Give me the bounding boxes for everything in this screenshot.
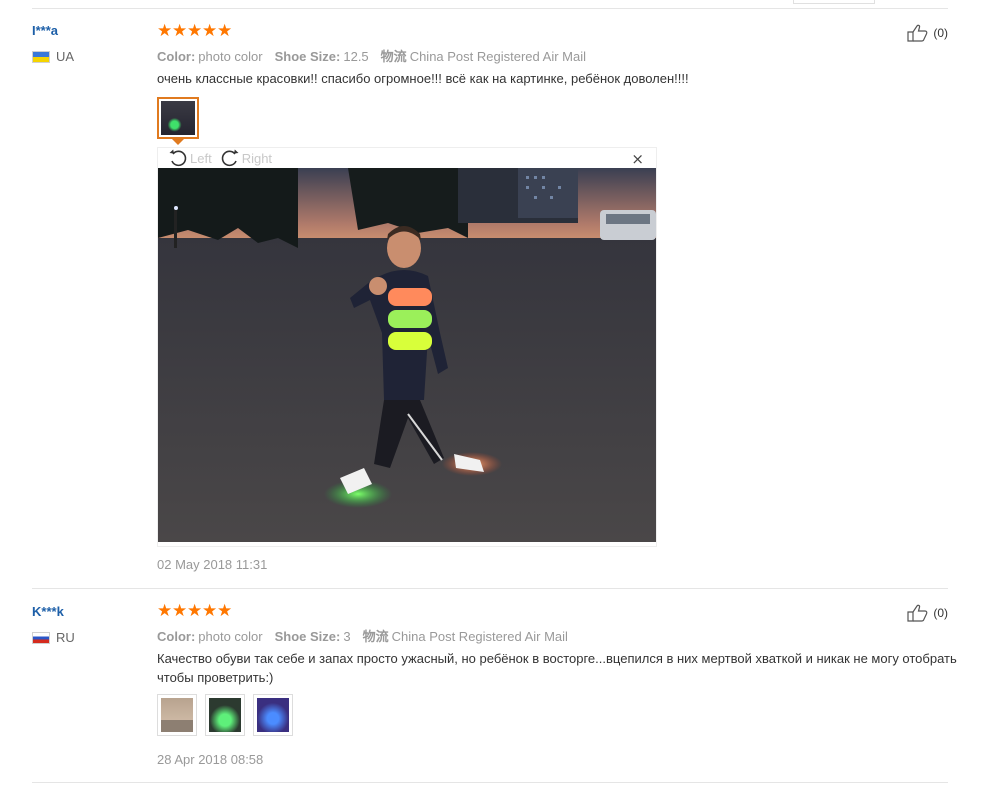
star-icon: ★	[187, 601, 203, 621]
star-icon: ★	[172, 21, 188, 41]
star-icon: ★	[217, 601, 233, 621]
shipping-label: 物流	[362, 629, 389, 644]
thumbs-up-icon	[907, 24, 928, 42]
reviewer-name[interactable]: K***k	[32, 604, 64, 619]
star-icon: ★	[172, 601, 188, 621]
review-photo	[158, 168, 656, 542]
color-value: photo color	[198, 629, 263, 644]
like-button[interactable]: (0)	[907, 604, 948, 622]
size-label: Shoe Size:	[274, 629, 341, 644]
reviewer-name[interactable]: I***a	[32, 23, 58, 38]
order-info: Color: photo color Shoe Size: 3 物流 China Post…	[157, 626, 568, 645]
star-rating: ★ ★ ★ ★ ★	[157, 21, 233, 41]
shipping-label: 物流	[380, 49, 407, 64]
like-button[interactable]: (0)	[907, 24, 948, 42]
photo-illustration	[158, 168, 656, 542]
rotate-right-label: Right	[241, 150, 273, 166]
rotate-left-button[interactable]: Left	[168, 149, 212, 167]
reviewer-country: RU	[32, 630, 75, 645]
review-photo-thumbnail[interactable]	[157, 694, 197, 736]
order-info: Color: photo color Shoe Size: 12.5 物流 China P…	[157, 46, 586, 65]
size-label: Shoe Size:	[274, 49, 341, 64]
thumbs-up-icon	[907, 604, 928, 622]
reviewer-country: UA	[32, 49, 74, 64]
rotate-right-button[interactable]: Right	[220, 149, 272, 167]
rotate-left-icon	[169, 149, 187, 167]
review-photo-thumbnail[interactable]	[157, 97, 199, 139]
thumbnail-image	[161, 101, 195, 135]
country-code: RU	[56, 630, 75, 645]
review-photo-thumbnail[interactable]	[253, 694, 293, 736]
close-icon[interactable]: ×	[631, 150, 644, 168]
country-code: UA	[56, 49, 75, 64]
thumbnail-image	[161, 698, 193, 732]
like-count: (0)	[933, 606, 948, 620]
thumbnail-pointer	[172, 139, 184, 145]
flag-ua-icon	[32, 50, 50, 63]
photo-viewer: Left Right ×	[157, 147, 657, 547]
star-icon: ★	[157, 601, 173, 621]
review-text: Качество обуви так себе и запах просто у…	[157, 651, 957, 685]
review-divider	[32, 588, 948, 589]
review-date: 02 May 2018 11:31	[157, 557, 268, 572]
rotate-right-icon	[221, 149, 239, 167]
flag-ru-icon	[32, 631, 50, 644]
size-value: 12.5	[343, 49, 369, 64]
size-value: 3	[343, 629, 351, 644]
star-rating: ★ ★ ★ ★ ★	[157, 601, 233, 621]
color-label: Color:	[157, 629, 196, 644]
color-label: Color:	[157, 49, 196, 64]
like-count: (0)	[933, 26, 948, 40]
thumbnail-image	[209, 698, 241, 732]
star-icon: ★	[217, 21, 233, 41]
rotate-left-label: Left	[190, 150, 212, 166]
review-photo-thumbnail[interactable]	[205, 694, 245, 736]
feedback-page: I***a UA ★ ★ ★ ★ ★ Color: photo color Shoe…	[0, 0, 993, 785]
review-date: 28 Apr 2018 08:58	[157, 752, 264, 767]
thumbnail-image	[257, 698, 289, 732]
star-icon: ★	[157, 21, 173, 41]
shipping-value: China Post Registered Air Mail	[409, 49, 586, 64]
shipping-value: China Post Registered Air Mail	[391, 629, 568, 644]
star-icon: ★	[202, 601, 218, 621]
review-text: очень классные красовки!! спасибо огромн…	[157, 71, 689, 86]
star-icon: ★	[202, 21, 218, 41]
star-icon: ★	[187, 21, 203, 41]
viewer-toolbar: Left Right	[168, 148, 280, 168]
color-value: photo color	[198, 49, 263, 64]
review-item: K***k RU ★ ★ ★ ★ ★ Color: photo color Shoe…	[32, 590, 957, 785]
review-divider	[32, 782, 948, 783]
